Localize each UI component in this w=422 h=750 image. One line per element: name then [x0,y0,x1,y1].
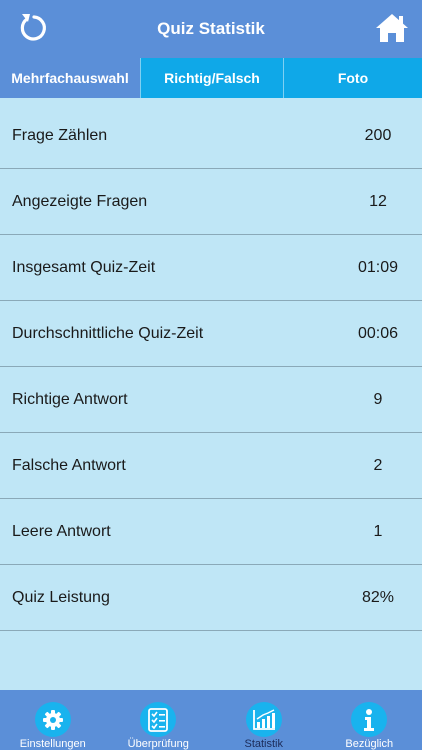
tab-foto[interactable]: Foto [284,58,422,98]
nav-einstellungen[interactable]: Einstellungen [0,690,106,750]
stat-label: Falsche Antwort [12,456,126,474]
stat-label: Angezeigte Fragen [12,192,148,210]
refresh-icon [20,14,46,41]
nav-label: Statistik [244,738,283,750]
stat-row-falsche-antwort: Falsche Antwort 2 [0,433,422,499]
stat-value: 00:06 [357,324,399,342]
nav-ueberpruefung[interactable]: Überprüfung [106,690,212,750]
stat-value: 01:09 [357,258,399,276]
app-header: Quiz Statistik [0,0,422,58]
stat-value: 1 [373,522,383,540]
stat-label: Quiz Leistung [12,588,110,606]
stat-value: 2 [373,456,383,474]
stat-value: 82% [361,588,395,606]
checklist-icon [140,702,177,737]
gear-icon [34,702,71,737]
nav-label: Überprüfung [127,738,189,750]
stat-value: 12 [369,192,387,210]
stat-value: 9 [373,390,383,408]
stat-row-durchschnittliche-quiz-zeit: Durchschnittliche Quiz-Zeit 00:06 [0,301,422,367]
stat-label: Frage Zählen [12,126,108,144]
stat-row-leere-antwort: Leere Antwort 1 [0,499,422,565]
stat-row-richtige-antwort: Richtige Antwort 9 [0,367,422,433]
stat-row-quiz-leistung: Quiz Leistung 82% [0,565,422,631]
stat-label: Durchschnittliche Quiz-Zeit [12,324,204,342]
tab-mehrfachauswahl[interactable]: Mehrfachauswahl [0,58,141,98]
stat-row-angezeigte-fragen: Angezeigte Fragen 12 [0,169,422,235]
stat-label: Insgesamt Quiz-Zeit [12,258,156,276]
quiz-type-tabs: Mehrfachauswahl Richtig/Falsch Foto [0,58,422,98]
refresh-button[interactable] [14,8,54,48]
page-title: Quiz Statistik [157,19,265,38]
stats-list: Frage Zählen 200 Angezeigte Fragen 12 In… [0,103,422,631]
bottom-navigation: Einstellungen Überprüfung Statistik Bezü… [0,690,422,750]
chart-icon [245,702,282,737]
stat-row-frage-zaehlen: Frage Zählen 200 [0,103,422,169]
stat-label: Richtige Antwort [12,390,128,408]
nav-label: Bezüglich [345,738,394,750]
tab-richtig-falsch[interactable]: Richtig/Falsch [141,58,284,98]
stat-label: Leere Antwort [12,522,111,540]
nav-statistik[interactable]: Statistik [211,690,317,750]
nav-label: Einstellungen [19,738,86,750]
home-button[interactable] [372,8,412,48]
stat-value: 200 [364,126,392,144]
stat-row-insgesamt-quiz-zeit: Insgesamt Quiz-Zeit 01:09 [0,235,422,301]
home-icon [376,14,408,42]
nav-bezueglich[interactable]: Bezüglich [317,690,422,750]
info-icon [351,702,388,737]
